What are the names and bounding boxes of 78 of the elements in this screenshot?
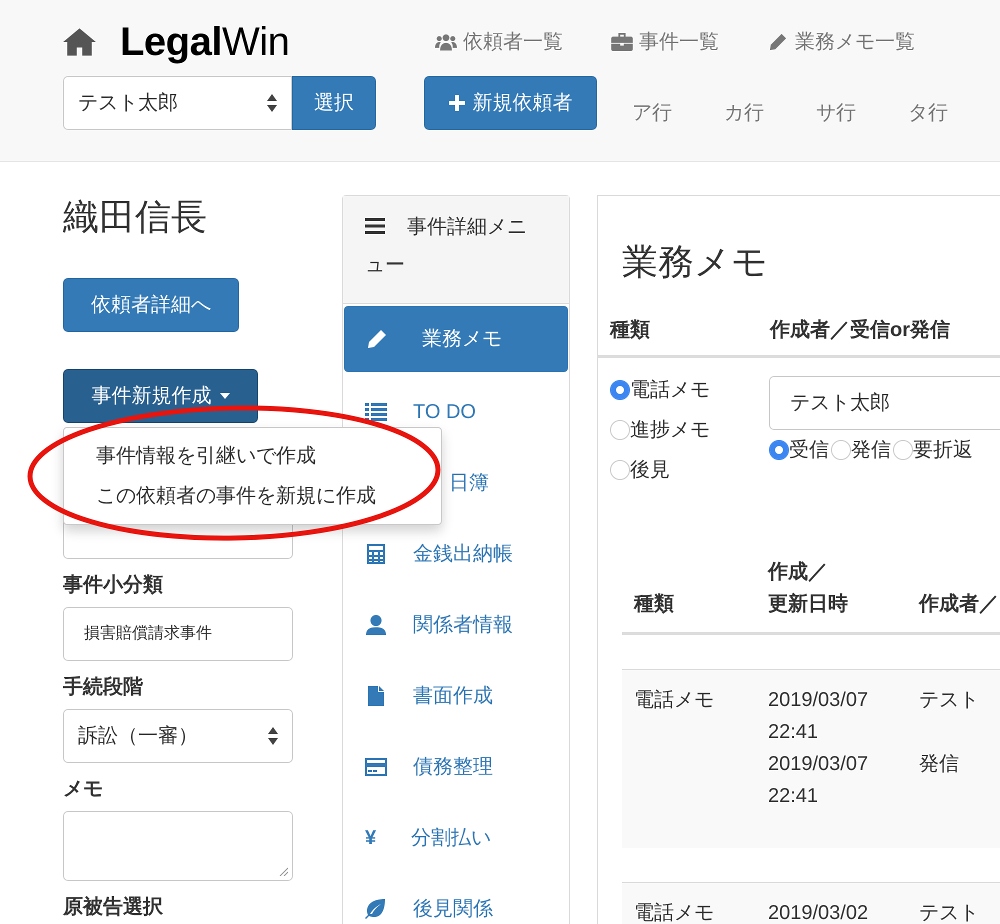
memo-textarea[interactable] bbox=[63, 811, 293, 882]
radio-option[interactable]: 後見 bbox=[610, 450, 769, 490]
field-label: 事件小分類 bbox=[63, 573, 164, 598]
users-icon bbox=[435, 33, 457, 51]
table-cell-text: テスト bbox=[919, 688, 979, 714]
table-cell-text: テスト bbox=[919, 901, 979, 924]
table-cell-text: 22:41 bbox=[768, 784, 820, 810]
menu-item[interactable]: 業務メモ bbox=[344, 306, 568, 372]
radio-option[interactable]: 電話メモ bbox=[610, 370, 769, 410]
pencil-icon bbox=[767, 33, 789, 51]
caret-icon bbox=[220, 393, 230, 400]
menu-item[interactable]: 関係者情報 bbox=[343, 589, 569, 660]
table-cell-text: 電話メモ bbox=[633, 688, 715, 714]
client-name: 織田信長 bbox=[63, 195, 208, 238]
menu-icon bbox=[365, 218, 385, 234]
text-field[interactable]: 損害賠償請求事件 bbox=[63, 607, 293, 662]
radio-button[interactable] bbox=[769, 440, 789, 460]
pencil-icon bbox=[366, 329, 388, 349]
calculator-icon bbox=[365, 544, 387, 564]
nav-link[interactable]: 事件一覧 bbox=[611, 27, 719, 57]
nav-link[interactable]: 業務メモ一覧 bbox=[767, 27, 915, 57]
table-cell-text: 2019/03/07 bbox=[768, 688, 870, 714]
memo-title: 業務メモ bbox=[622, 240, 769, 284]
radio-option[interactable]: 受信 bbox=[769, 430, 829, 470]
plus-icon bbox=[448, 95, 464, 111]
select-field[interactable]: 訴訟（一審） bbox=[63, 709, 293, 764]
kana-link[interactable]: タ行 bbox=[908, 76, 948, 128]
menu-header: 事件詳細メニュー bbox=[343, 196, 569, 304]
select-button[interactable]: 選択 bbox=[292, 76, 376, 130]
field-label: メモ bbox=[63, 777, 104, 802]
credit-card-icon bbox=[365, 756, 387, 776]
client-select[interactable]: テスト太郎 bbox=[63, 76, 292, 130]
nav-link[interactable]: 依頼者一覧 bbox=[435, 27, 563, 57]
kana-link[interactable]: カ行 bbox=[724, 76, 764, 128]
new-case-dropdown-button[interactable]: 事件新規作成 bbox=[63, 369, 258, 424]
radio-button[interactable] bbox=[893, 440, 913, 460]
column-header: 種類 bbox=[634, 592, 675, 618]
radio-button[interactable] bbox=[610, 380, 630, 400]
file-icon bbox=[365, 686, 387, 706]
radio-option[interactable]: 進捗メモ bbox=[610, 410, 769, 450]
author-field[interactable]: テスト太郎 bbox=[769, 376, 1000, 430]
radio-option[interactable]: 発信 bbox=[831, 430, 891, 470]
table-cell-text: 2019/03/02 bbox=[768, 901, 870, 924]
logo[interactable]: LegalWin bbox=[120, 22, 290, 62]
radio-button[interactable] bbox=[610, 420, 630, 440]
select-arrows-icon bbox=[266, 94, 277, 112]
dropdown-item[interactable]: この依頼者の事件を新規に作成 bbox=[64, 476, 441, 516]
menu-item[interactable]: ¥ 分割払い bbox=[343, 802, 569, 873]
client-detail-button[interactable]: 依頼者詳細へ bbox=[63, 278, 239, 332]
kana-link[interactable]: サ行 bbox=[816, 76, 856, 128]
menu-item[interactable]: 書面作成 bbox=[343, 660, 569, 731]
table-cell-text: 2019/03/07 bbox=[768, 752, 870, 778]
field-label: 手続段階 bbox=[63, 675, 144, 700]
user-icon bbox=[365, 614, 387, 634]
form-header: 作成者／受信or発信 bbox=[770, 318, 950, 344]
menu-item[interactable]: 債務整理 bbox=[343, 731, 569, 802]
column-header: 更新日時 bbox=[768, 592, 849, 618]
home-icon bbox=[63, 27, 96, 57]
column-header: 作成／ bbox=[768, 560, 829, 586]
table-cell-text: 電話メモ bbox=[633, 901, 715, 924]
table-cell-text: 発信 bbox=[919, 752, 960, 778]
leaf-icon bbox=[365, 898, 387, 918]
new-client-button[interactable]: 新規依頼者 bbox=[424, 76, 597, 130]
briefcase-icon bbox=[611, 33, 633, 51]
column-header: 作成者／ bbox=[919, 592, 999, 618]
radio-button[interactable] bbox=[831, 440, 851, 460]
table-cell-text: 22:41 bbox=[768, 720, 820, 746]
list-icon bbox=[365, 402, 387, 422]
yen-icon: ¥ bbox=[365, 822, 385, 852]
radio-button[interactable] bbox=[610, 460, 630, 480]
radio-option[interactable]: 要折返 bbox=[893, 430, 973, 470]
resize-handle-icon bbox=[278, 866, 288, 876]
form-header: 種類 bbox=[610, 318, 651, 344]
field-label: 原被告選択 bbox=[63, 895, 164, 920]
menu-item[interactable]: 金銭出納帳 bbox=[343, 518, 569, 589]
menu-item[interactable]: 後見関係 bbox=[343, 873, 569, 924]
select-arrows-icon bbox=[268, 727, 278, 746]
kana-link[interactable]: ア行 bbox=[632, 76, 672, 128]
